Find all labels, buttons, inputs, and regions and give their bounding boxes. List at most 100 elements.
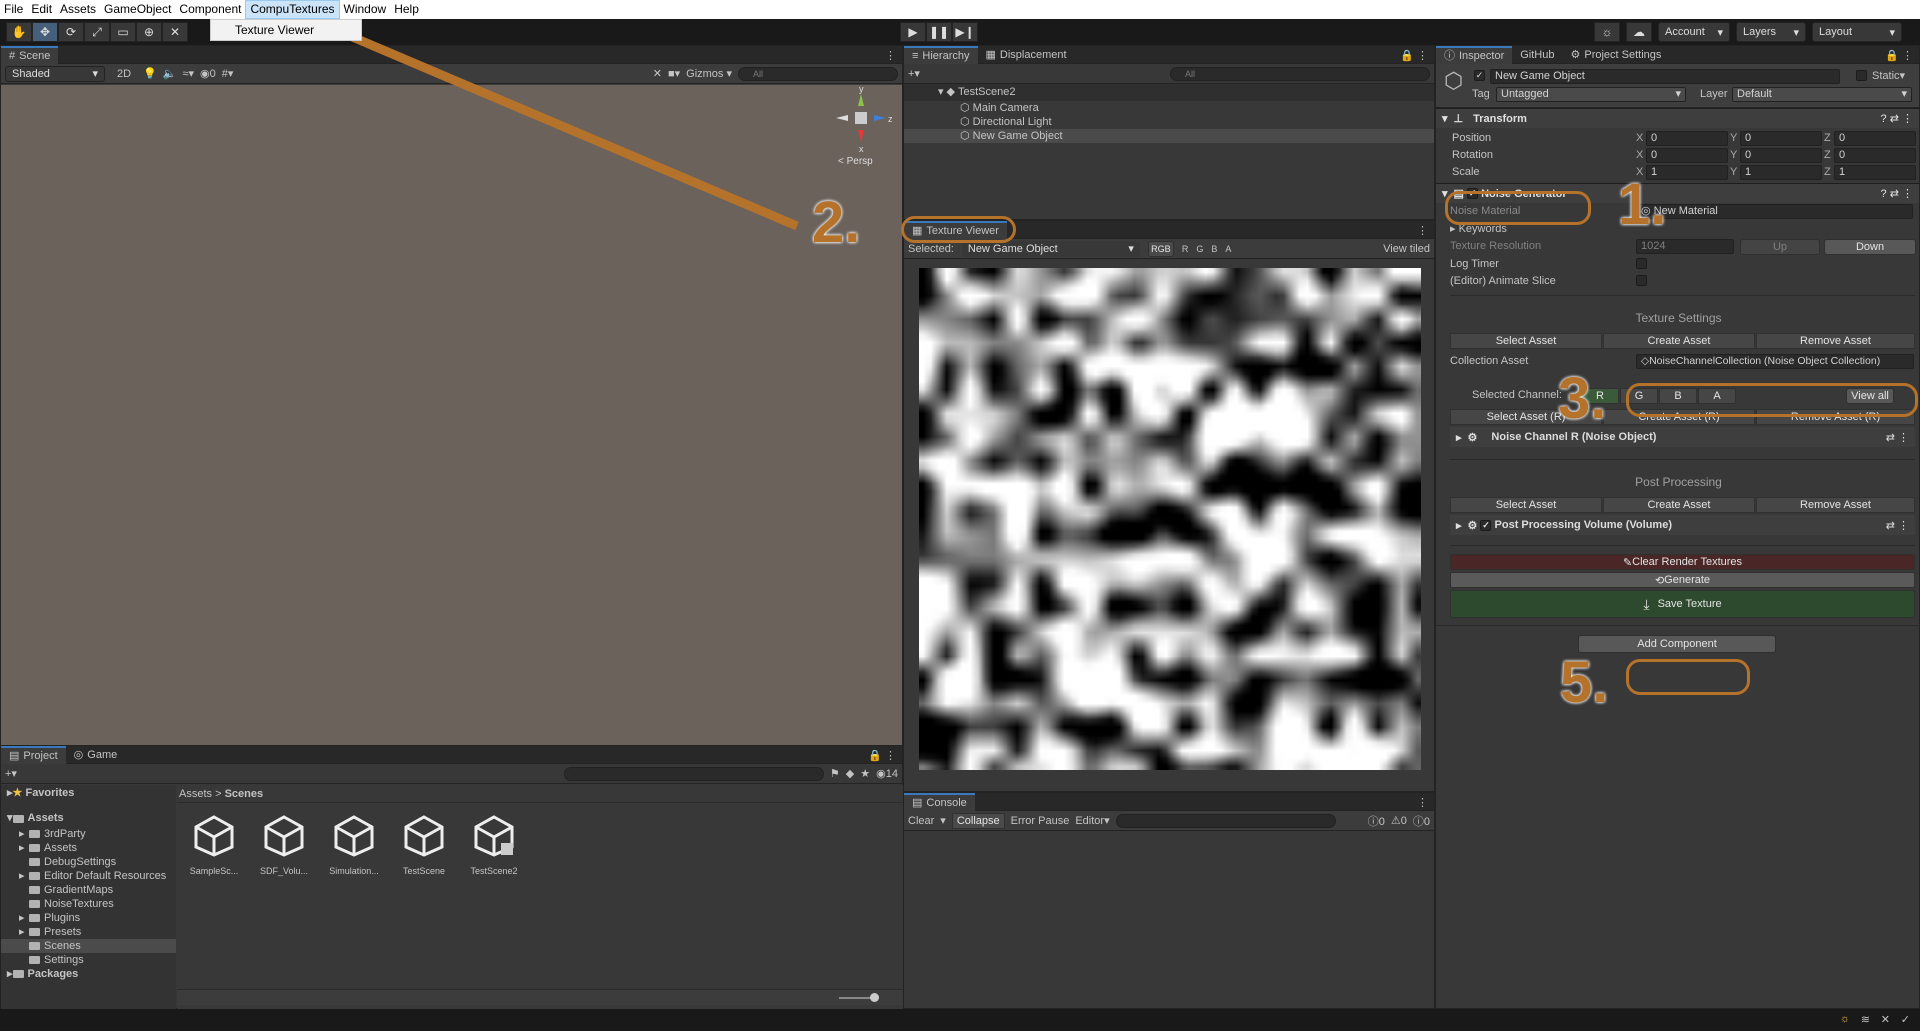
scene-search-input[interactable]: All <box>738 66 898 81</box>
rect-tool-icon[interactable]: ▭ <box>110 22 136 42</box>
status-check-icon[interactable]: ✓ <box>1901 1013 1910 1026</box>
transform-x-field[interactable]: 0 <box>1646 131 1728 146</box>
audio-icon[interactable]: 🔈 <box>163 67 177 80</box>
layers-dropdown[interactable]: Layers ▾ <box>1736 22 1806 42</box>
menu-component[interactable]: Component <box>175 0 245 19</box>
account-dropdown[interactable]: Account ▾ <box>1658 22 1730 42</box>
channel-rgb-button[interactable]: RGB <box>1147 240 1174 257</box>
hierarchy-search-input[interactable]: All <box>1170 66 1430 81</box>
rotate-tool-icon[interactable]: ⟳ <box>58 22 84 42</box>
tab-project[interactable]: ▤ Project <box>1 745 66 764</box>
label-icon[interactable]: ◆ <box>846 767 854 780</box>
transform-x-field[interactable]: 0 <box>1646 148 1728 163</box>
menu-computextures[interactable]: CompuTextures <box>245 0 340 19</box>
editor-dropdown[interactable]: Editor▾ <box>1075 814 1109 827</box>
shading-dropdown[interactable]: Shaded ▾ <box>5 65 105 82</box>
menu-gameobject[interactable]: GameObject <box>100 0 175 19</box>
transform-y-field[interactable]: 0 <box>1740 148 1822 163</box>
console-search-input[interactable] <box>1115 813 1336 828</box>
error-pause-button[interactable]: Error Pause <box>1011 815 1070 827</box>
menu-help[interactable]: Help <box>390 0 423 19</box>
resolution-down-button[interactable]: Down <box>1824 239 1916 255</box>
tex-res-field[interactable]: 1024 <box>1636 239 1734 254</box>
clear-render-textures-button[interactable]: ✎ Clear Render Textures <box>1450 554 1915 570</box>
add-object-icon[interactable]: +▾ <box>908 67 920 80</box>
channel-g-button[interactable]: G <box>1196 244 1203 254</box>
tab-project-settings[interactable]: ⚙ Project Settings <box>1563 46 1670 64</box>
transform-y-field[interactable]: 0 <box>1740 131 1822 146</box>
noise-channel-header[interactable]: ▸ ⚙ Noise Channel R (Noise Object) ⇄ ⋮ <box>1450 427 1915 447</box>
custom-tool-icon[interactable]: ✕ <box>162 22 188 42</box>
project-search-input[interactable] <box>563 766 824 781</box>
transform-header[interactable]: ▾ ⊥ Transform? ⇄ ⋮ <box>1436 108 1919 128</box>
animate-slice-checkbox[interactable] <box>1636 275 1647 286</box>
generate-button[interactable]: ⟲ Generate <box>1450 572 1915 588</box>
collection-asset-field[interactable]: ◇NoiseChannelCollection (Noise Object Co… <box>1636 354 1914 369</box>
log-timer-checkbox[interactable] <box>1636 258 1647 269</box>
transform-z-field[interactable]: 0 <box>1834 148 1916 163</box>
menu-item-texture-viewer[interactable]: Texture Viewer <box>211 20 361 37</box>
star-icon[interactable]: ★ <box>860 767 870 780</box>
cloud-icon[interactable]: ☁ <box>1626 22 1652 42</box>
step-button-icon[interactable]: ▶❙ <box>952 22 978 42</box>
transform-z-field[interactable]: 1 <box>1834 165 1916 180</box>
save-texture-button[interactable]: ⤓ Save Texture <box>1450 590 1915 618</box>
object-name-field[interactable]: New Game Object <box>1490 69 1840 84</box>
pp-select-asset-button[interactable]: Select Asset <box>1450 497 1602 513</box>
tab-displacement[interactable]: ▦ Displacement <box>978 46 1075 64</box>
pp-volume-checkbox[interactable]: ✓ <box>1480 519 1492 531</box>
scene-file-item[interactable]: TestScene <box>399 813 449 876</box>
clear-button[interactable]: Clear <box>908 815 934 827</box>
hand-tool-icon[interactable]: ✋ <box>6 22 32 42</box>
transform-y-field[interactable]: 1 <box>1740 165 1822 180</box>
select-asset-button[interactable]: Select Asset <box>1450 333 1602 349</box>
tag-dropdown[interactable]: Untagged ▾ <box>1496 87 1686 102</box>
menu-window[interactable]: Window <box>340 0 391 19</box>
pp-create-asset-button[interactable]: Create Asset <box>1603 497 1755 513</box>
scene-file-item[interactable]: Simulation... <box>329 813 379 876</box>
effects-icon[interactable]: ≈▾ <box>182 67 194 80</box>
scene-file-item[interactable]: SampleSc... <box>189 813 239 876</box>
tab-hierarchy[interactable]: ≡ Hierarchy <box>904 45 978 64</box>
lighting-status-icon[interactable]: ☼ <box>1840 1013 1850 1025</box>
favorites-item[interactable]: ▸ ★ Favorites <box>1 785 176 802</box>
hidden-objects-icon[interactable]: ◉0 <box>200 67 216 80</box>
pp-remove-asset-button[interactable]: Remove Asset <box>1756 497 1915 513</box>
assets-root[interactable]: ▾ Assets <box>1 810 176 827</box>
noise-material-field[interactable]: ◎ New Material <box>1636 204 1913 219</box>
static-checkbox[interactable] <box>1856 70 1867 81</box>
grid-icon[interactable]: #▾ <box>222 67 234 80</box>
channel-a-button[interactable]: A <box>1225 244 1231 254</box>
menu-edit[interactable]: Edit <box>27 0 56 19</box>
tab-github[interactable]: GitHub <box>1512 46 1562 64</box>
zoom-slider[interactable] <box>839 993 879 1002</box>
create-asset-button[interactable]: Create Asset <box>1603 333 1755 349</box>
collapse-button[interactable]: Collapse <box>951 812 1005 829</box>
warning-count[interactable]: ⚠0 <box>1391 814 1407 827</box>
camera-icon[interactable]: ■▾ <box>668 67 680 80</box>
gizmos-dropdown[interactable]: Gizmos ▾ <box>686 67 732 80</box>
menu-file[interactable]: File <box>0 0 27 19</box>
channel-b-button[interactable]: B <box>1211 244 1217 254</box>
scene-viewport[interactable] <box>1 85 902 745</box>
transform-z-field[interactable]: 0 <box>1834 131 1916 146</box>
layer-dropdown[interactable]: Default ▾ <box>1732 87 1912 102</box>
tools-icon[interactable]: ✕ <box>653 67 662 80</box>
menu-assets[interactable]: Assets <box>56 0 100 19</box>
pp-volume-header[interactable]: ▸ ⚙ ✓ Post Processing Volume (Volume) ⇄ ⋮ <box>1450 515 1915 535</box>
tab-inspector[interactable]: ⓘ Inspector <box>1436 45 1513 64</box>
collab-icon[interactable]: ☼ <box>1594 22 1620 42</box>
move-tool-icon[interactable]: ✥ <box>32 22 58 42</box>
debug-icon[interactable]: ✕ <box>1881 1013 1890 1026</box>
layout-dropdown[interactable]: Layout ▾ <box>1812 22 1902 42</box>
create-asset-icon[interactable]: +▾ <box>5 767 17 780</box>
hierarchy-scene-row[interactable]: ▾ ◆ TestScene2 <box>904 84 1434 101</box>
error-count[interactable]: ⓘ0 <box>1413 813 1430 829</box>
pause-button-icon[interactable]: ❚❚ <box>926 22 952 42</box>
breadcrumb-scenes[interactable]: Scenes <box>225 788 264 800</box>
remove-asset-button[interactable]: Remove Asset <box>1756 333 1915 349</box>
filter-icon[interactable]: ⚑ <box>830 767 840 780</box>
orientation-gizmo-icon[interactable]: y x z < Persp <box>826 86 896 166</box>
tab-game[interactable]: ◎ Game <box>66 746 126 764</box>
lighting-icon[interactable]: 💡 <box>143 67 157 80</box>
